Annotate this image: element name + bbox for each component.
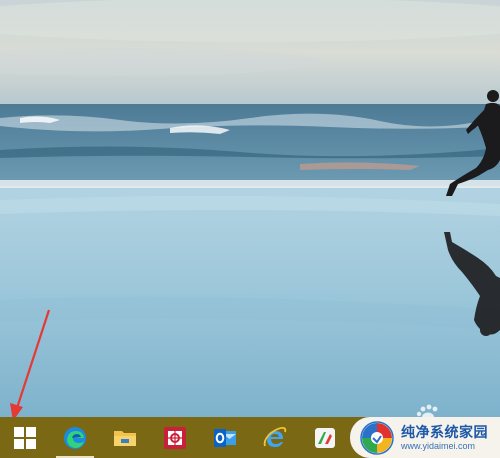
watermark-title: 纯净系统家园 [401,423,488,440]
folder-icon [114,430,136,446]
edge-icon [64,426,86,449]
start-button[interactable] [0,417,50,458]
app-icon [315,427,335,448]
beach-wallpaper [0,0,500,417]
edge-taskbar-button[interactable] [50,417,100,458]
ie-taskbar-button[interactable] [250,417,300,458]
site-watermark: 纯净系统家园 www.yidaimei.com [350,417,500,458]
desktop: 纯净系统家园 www.yidaimei.com [0,0,500,458]
file-explorer-taskbar-button[interactable] [100,417,150,458]
outlook-icon [214,428,236,447]
site-logo-icon [360,420,394,455]
outlook-taskbar-button[interactable] [200,417,250,458]
capture-icon [164,426,186,449]
watermark-url: www.yidaimei.com [401,440,476,451]
app-taskbar-button[interactable] [300,417,350,458]
ie-icon [263,426,287,447]
capture-taskbar-button[interactable] [150,417,200,458]
windows-logo-icon [14,426,36,449]
